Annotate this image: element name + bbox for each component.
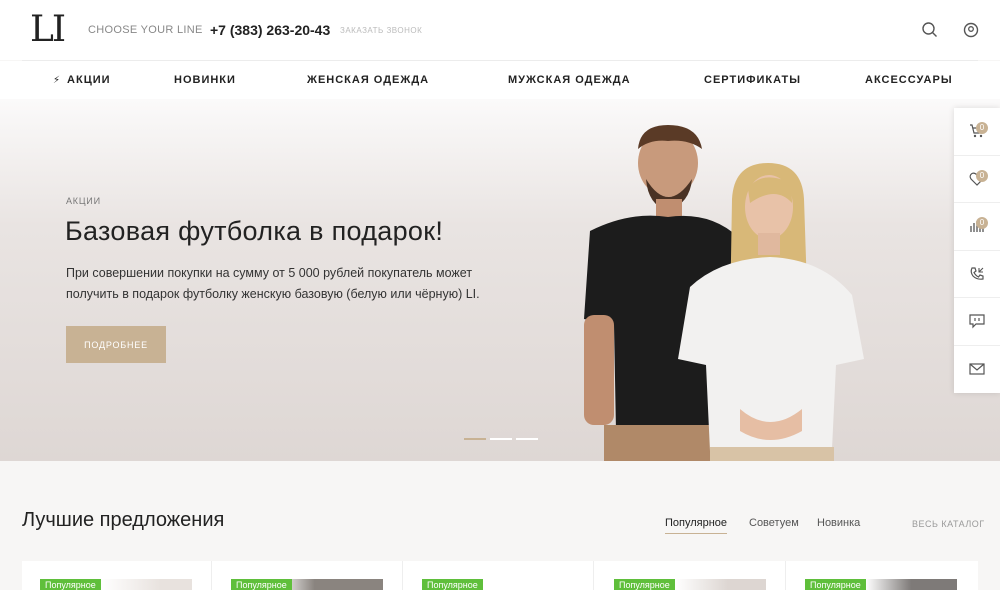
cart-button[interactable]: 0 — [954, 108, 1000, 156]
hero-title: Базовая футболка в подарок! — [65, 216, 444, 246]
hero-models-image — [584, 125, 864, 461]
hero-text-line: получить в подарок футболку женскую базо… — [66, 287, 480, 301]
tab-new[interactable]: Новинка — [817, 517, 860, 529]
product-card[interactable]: Популярное — [596, 561, 786, 590]
nav-item-new[interactable]: НОВИНКИ — [174, 74, 236, 86]
popular-tag: Популярное — [805, 579, 866, 590]
product-card[interactable]: Популярное — [213, 561, 403, 590]
section-title: Лучшие предложения — [22, 509, 225, 531]
popular-tag: Популярное — [422, 579, 483, 590]
nav-item-women[interactable]: ЖЕНСКАЯ ОДЕЖДА — [307, 74, 429, 86]
product-card[interactable]: Популярное — [404, 561, 594, 590]
all-catalog-link[interactable]: ВЕСЬ КАТАЛОГ — [912, 519, 985, 529]
mail-button[interactable] — [954, 346, 1000, 394]
chat-button[interactable] — [954, 298, 1000, 346]
bolt-icon: ⚡ — [53, 75, 62, 86]
hero-kicker: АКЦИИ — [66, 196, 101, 206]
mail-icon — [969, 363, 985, 375]
product-cards: Популярное Популярное Популярное Популяр… — [22, 561, 978, 590]
main-nav: ⚡ АКЦИИ НОВИНКИ ЖЕНСКАЯ ОДЕЖДА МУЖСКАЯ ОД… — [0, 61, 1000, 99]
nav-item-certificates[interactable]: СЕРТИФИКАТЫ — [704, 74, 801, 86]
phone-callback-icon — [970, 267, 984, 280]
tab-recommended[interactable]: Советуем — [749, 517, 799, 529]
nav-item-accessories[interactable]: АКСЕССУАРЫ — [865, 74, 953, 86]
favorites-count-badge: 0 — [976, 169, 988, 182]
callback-link[interactable]: ЗАКАЗАТЬ ЗВОНОК — [340, 26, 422, 35]
compare-count-badge: 0 — [976, 217, 988, 229]
popular-tag: Популярное — [40, 579, 101, 590]
user-icon[interactable] — [961, 20, 981, 40]
slider-dot[interactable] — [464, 438, 486, 440]
hero-text-line: При совершении покупки на сумму от 5 000… — [66, 266, 473, 280]
nav-item-label: АКЦИИ — [67, 74, 111, 86]
product-card[interactable]: Популярное — [787, 561, 977, 590]
search-icon[interactable] — [920, 20, 940, 40]
phone-number[interactable]: +7 (383) 263-20-43 — [210, 22, 330, 38]
popular-tag: Популярное — [231, 579, 292, 590]
more-button[interactable]: ПОДРОБНЕЕ — [66, 326, 166, 363]
cart-count-badge: 0 — [976, 122, 988, 134]
tagline: CHOOSE YOUR LINE — [88, 24, 203, 36]
header: LI CHOOSE YOUR LINE +7 (383) 263-20-43 З… — [0, 0, 1000, 60]
hero-banner: АКЦИИ Базовая футболка в подарок! При со… — [0, 99, 1000, 461]
slider-dot[interactable] — [490, 438, 512, 440]
hero-description: При совершении покупки на сумму от 5 000… — [66, 263, 486, 305]
favorites-button[interactable]: 0 — [954, 156, 1000, 203]
tab-popular[interactable]: Популярное — [665, 517, 728, 534]
chat-icon — [969, 314, 985, 329]
slider-dots — [464, 438, 538, 440]
compare-button[interactable]: 0 — [954, 203, 1000, 251]
nav-item-sales[interactable]: ⚡ АКЦИИ — [53, 74, 111, 86]
side-panel: 0 0 0 — [954, 108, 1000, 393]
logo[interactable]: LI — [30, 12, 66, 48]
product-card[interactable]: Популярное — [22, 561, 212, 590]
slider-dot[interactable] — [516, 438, 538, 440]
nav-item-men[interactable]: МУЖСКАЯ ОДЕЖДА — [508, 74, 631, 86]
popular-tag: Популярное — [614, 579, 675, 590]
callback-button[interactable] — [954, 251, 1000, 298]
